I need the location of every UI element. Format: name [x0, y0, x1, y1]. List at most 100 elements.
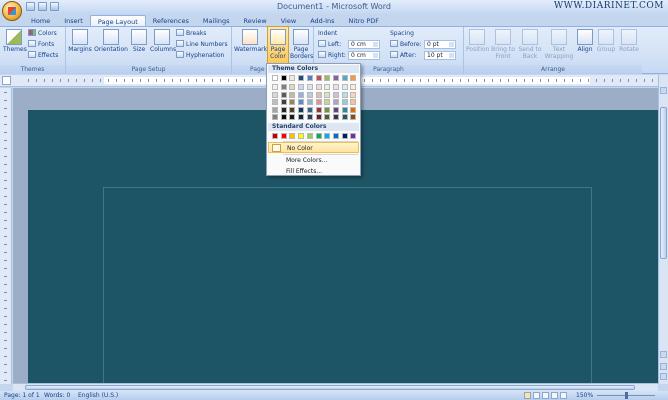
theme-color-swatch[interactable]: [289, 75, 296, 81]
group-button[interactable]: Group: [596, 29, 616, 53]
theme-effects-button[interactable]: Effects: [28, 51, 58, 60]
columns-button[interactable]: Columns: [150, 29, 176, 53]
theme-shade-swatch[interactable]: [341, 114, 348, 120]
theme-color-swatch[interactable]: [315, 75, 322, 81]
spacing-before-input[interactable]: 0 pt: [424, 40, 456, 49]
fill-effects-item[interactable]: Fill Effects...: [268, 166, 359, 177]
theme-shade-swatch[interactable]: [298, 99, 305, 105]
next-page-icon[interactable]: [660, 373, 667, 380]
theme-shade-swatch[interactable]: [315, 99, 322, 105]
horizontal-scroll-thumb[interactable]: [25, 385, 635, 390]
zoom-level[interactable]: 150%: [576, 391, 593, 400]
theme-shade-swatch[interactable]: [324, 84, 331, 90]
indent-left-input[interactable]: 0 cm: [348, 40, 380, 49]
theme-shade-swatch[interactable]: [341, 106, 348, 113]
page-borders-button[interactable]: Page Borders: [290, 29, 313, 60]
page-count[interactable]: Page: 1 of 1: [4, 391, 40, 400]
theme-shade-swatch[interactable]: [332, 106, 339, 113]
watermark-button[interactable]: Watermark: [234, 29, 267, 53]
theme-color-swatch[interactable]: [280, 75, 287, 81]
theme-shade-swatch[interactable]: [341, 91, 348, 98]
align-button[interactable]: Align: [576, 29, 594, 53]
standard-color-swatch[interactable]: [324, 133, 331, 139]
zoom-slider-thumb[interactable]: [625, 392, 628, 399]
word-count[interactable]: Words: 0: [44, 391, 70, 400]
theme-shade-swatch[interactable]: [324, 99, 331, 105]
rotate-button[interactable]: Rotate: [618, 29, 640, 53]
theme-shade-swatch[interactable]: [332, 91, 339, 98]
more-colors-item[interactable]: More Colors...: [268, 155, 359, 166]
theme-shade-swatch[interactable]: [298, 84, 305, 90]
theme-shade-swatch[interactable]: [315, 114, 322, 120]
print-layout-icon[interactable]: [524, 392, 531, 399]
theme-shade-swatch[interactable]: [350, 99, 357, 105]
themes-button[interactable]: Themes: [3, 29, 27, 53]
language-indicator[interactable]: English (U.S.): [78, 391, 118, 400]
theme-shade-swatch[interactable]: [272, 114, 278, 120]
theme-shade-swatch[interactable]: [298, 114, 305, 120]
theme-color-swatch[interactable]: [272, 75, 278, 81]
size-button[interactable]: Size: [130, 29, 148, 53]
page-color-button[interactable]: Page Color: [267, 26, 289, 64]
standard-color-swatch[interactable]: [332, 133, 339, 139]
theme-shade-swatch[interactable]: [272, 106, 278, 113]
theme-shade-swatch[interactable]: [341, 99, 348, 105]
theme-shade-swatch[interactable]: [289, 114, 296, 120]
theme-shade-swatch[interactable]: [289, 106, 296, 113]
horizontal-scrollbar[interactable]: [13, 383, 658, 391]
web-layout-icon[interactable]: [542, 392, 549, 399]
text-wrapping-button[interactable]: Text Wrapping: [544, 29, 574, 60]
theme-shade-swatch[interactable]: [289, 91, 296, 98]
theme-shade-swatch[interactable]: [306, 91, 313, 98]
theme-shade-swatch[interactable]: [280, 99, 287, 105]
theme-shade-swatch[interactable]: [272, 91, 278, 98]
theme-shade-swatch[interactable]: [280, 106, 287, 113]
theme-color-swatch[interactable]: [298, 75, 305, 81]
tab-selector-icon[interactable]: [2, 76, 11, 85]
theme-shade-swatch[interactable]: [315, 84, 322, 90]
theme-shade-swatch[interactable]: [350, 106, 357, 113]
standard-color-swatch[interactable]: [341, 133, 348, 139]
theme-shade-swatch[interactable]: [298, 106, 305, 113]
theme-shade-swatch[interactable]: [324, 91, 331, 98]
theme-shade-swatch[interactable]: [341, 84, 348, 90]
previous-page-icon[interactable]: [660, 363, 667, 370]
theme-shade-swatch[interactable]: [306, 106, 313, 113]
send-to-back-button[interactable]: Send to Back: [518, 29, 542, 60]
theme-color-swatch[interactable]: [324, 75, 331, 81]
theme-shade-swatch[interactable]: [332, 99, 339, 105]
theme-shade-swatch[interactable]: [324, 106, 331, 113]
line-numbers-button[interactable]: Line Numbers: [176, 40, 228, 49]
theme-shade-swatch[interactable]: [350, 114, 357, 120]
theme-shade-swatch[interactable]: [280, 84, 287, 90]
theme-shade-swatch[interactable]: [272, 84, 278, 90]
theme-shade-swatch[interactable]: [324, 114, 331, 120]
outline-icon[interactable]: [551, 392, 558, 399]
scroll-down-icon[interactable]: [660, 351, 667, 358]
theme-shade-swatch[interactable]: [280, 114, 287, 120]
standard-color-swatch[interactable]: [280, 133, 287, 139]
theme-color-swatch[interactable]: [341, 75, 348, 81]
theme-shade-swatch[interactable]: [272, 99, 278, 105]
bring-to-front-button[interactable]: Bring to Front: [490, 29, 516, 60]
spacing-after-input[interactable]: 10 pt: [424, 51, 456, 60]
theme-shade-swatch[interactable]: [306, 99, 313, 105]
orientation-button[interactable]: Orientation: [94, 29, 128, 53]
standard-color-swatch[interactable]: [315, 133, 322, 139]
scroll-up-icon[interactable]: [660, 87, 667, 94]
theme-shade-swatch[interactable]: [350, 91, 357, 98]
theme-colors-button[interactable]: Colors: [28, 29, 57, 38]
theme-shade-swatch[interactable]: [332, 114, 339, 120]
theme-shade-swatch[interactable]: [332, 84, 339, 90]
standard-color-swatch[interactable]: [298, 133, 305, 139]
vertical-scroll-thumb[interactable]: [660, 107, 667, 259]
theme-shade-swatch[interactable]: [315, 91, 322, 98]
full-screen-reading-icon[interactable]: [533, 392, 540, 399]
theme-shade-swatch[interactable]: [350, 84, 357, 90]
draft-icon[interactable]: [560, 392, 567, 399]
theme-shade-swatch[interactable]: [289, 99, 296, 105]
standard-color-swatch[interactable]: [289, 133, 296, 139]
theme-shade-swatch[interactable]: [289, 84, 296, 90]
no-color-item[interactable]: No Color: [268, 142, 359, 153]
theme-shade-swatch[interactable]: [280, 91, 287, 98]
